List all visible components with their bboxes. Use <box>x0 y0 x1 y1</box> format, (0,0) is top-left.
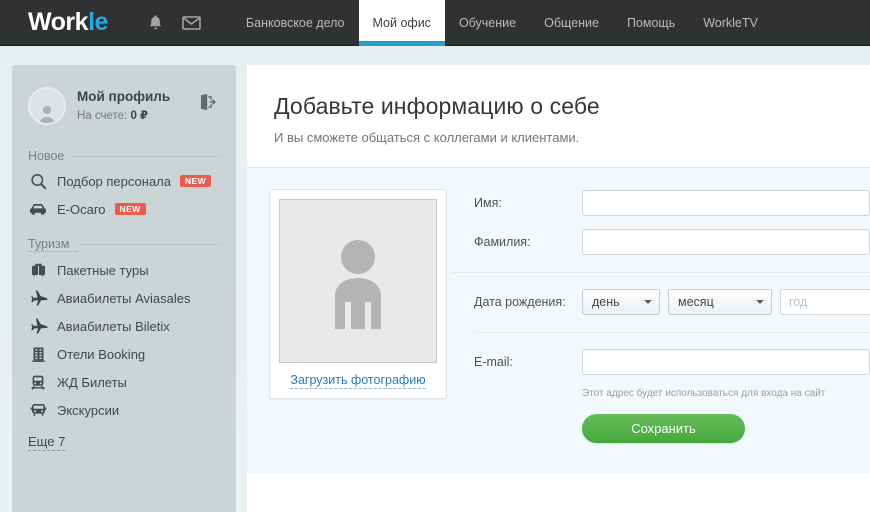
nav-item-pomosh[interactable]: Помощь <box>613 0 689 45</box>
email-input[interactable] <box>582 349 870 375</box>
sidebar: Мой профиль На счете: 0 ₽ Новое Подбор п… <box>12 65 236 512</box>
birth-month-value: месяц <box>678 295 714 309</box>
save-button-wrap: Сохранить <box>582 414 870 443</box>
birth-day-value: день <box>592 295 620 309</box>
sidebar-item-label: Подбор персонала <box>57 173 171 189</box>
field-row-birth-date: Дата рождения: день месяц <box>474 289 870 315</box>
first-name-label: Имя: <box>474 196 502 210</box>
last-name-input[interactable] <box>582 229 870 255</box>
section-divider <box>73 155 222 157</box>
balance-value: 0 ₽ <box>130 109 149 122</box>
content-header: Добавьте информацию о себе И вы сможете … <box>247 65 870 168</box>
plane-icon <box>28 288 48 308</box>
profile-balance: На счете: 0 ₽ <box>77 109 170 123</box>
new-badge: NEW <box>180 175 212 187</box>
birth-year-input[interactable] <box>780 289 870 315</box>
sidebar-item-label: Отели Booking <box>57 346 146 362</box>
chevron-down-icon <box>644 300 652 304</box>
magnifier-icon <box>28 171 48 191</box>
train-icon <box>28 372 48 392</box>
page-subtitle: И вы сможете общаться с коллегами и клие… <box>274 130 580 145</box>
nav-label: Общение <box>544 15 599 30</box>
new-badge: NEW <box>114 203 146 215</box>
last-name-label: Фамилия: <box>474 235 531 249</box>
email-label: E-mail: <box>474 355 513 369</box>
suitcase-icon <box>28 260 48 280</box>
page-shell: Мой профиль На счете: 0 ₽ Новое Подбор п… <box>0 46 870 512</box>
balance-label: На счете: <box>77 109 128 122</box>
field-row-first-name: Имя: <box>474 190 870 216</box>
section-title[interactable]: Туризм <box>28 237 79 252</box>
section-header: Туризм <box>12 237 236 252</box>
section-header: Новое <box>12 149 236 163</box>
sidebar-item-aviabilety-aviasales[interactable]: Авиабилеты Aviasales <box>12 284 236 312</box>
car-icon <box>28 199 48 219</box>
nav-label: Мой офис <box>372 15 431 30</box>
sidebar-item-label: ЖД Билеты <box>57 374 127 390</box>
top-navigation-bar: Work le Банковское дело Мой офис Обучение… <box>0 0 870 46</box>
email-hint: Этот адрес будет использоваться для вход… <box>582 388 826 399</box>
sidebar-item-ekskursii[interactable]: Экскурсии <box>12 396 236 424</box>
nav-label: WorkleTV <box>703 15 758 30</box>
sidebar-item-label: Авиабилеты Biletix <box>57 318 170 334</box>
nav-label: Помощь <box>626 15 676 30</box>
nav-item-obuchenie[interactable]: Обучение <box>445 0 530 45</box>
building-icon <box>28 344 48 364</box>
bus-icon <box>28 400 48 420</box>
sidebar-item-oteli-booking[interactable]: Отели Booking <box>12 340 236 368</box>
content-panel: Добавьте информацию о себе И вы сможете … <box>247 65 870 512</box>
app-page: Work le Банковское дело Мой офис Обучение… <box>0 0 870 512</box>
sidebar-more-link[interactable]: Еще 7 <box>28 434 66 451</box>
main-nav: Банковское дело Мой офис Обучение Общени… <box>232 0 772 46</box>
nav-label: Обучение <box>458 15 517 30</box>
logo-main-text: Work <box>28 8 89 36</box>
birth-day-select[interactable]: день <box>582 289 660 315</box>
form-divider <box>474 332 870 333</box>
nav-label: Банковское дело <box>245 15 345 30</box>
profile-block[interactable]: Мой профиль На счете: 0 ₽ <box>12 65 236 143</box>
form-fields: Имя: Фамилия: Дата рождения: день месяц … <box>452 189 870 443</box>
sidebar-item-label: Авиабилеты Aviasales <box>57 290 191 306</box>
nav-item-obshenie[interactable]: Общение <box>530 0 613 45</box>
field-row-last-name: Фамилия: <box>474 229 870 255</box>
first-name-input[interactable] <box>582 190 870 216</box>
sidebar-section-novoe: Новое Подбор персонала NEW E-Осаго NEW <box>12 149 236 223</box>
sidebar-item-paketnye-tury[interactable]: Пакетные туры <box>12 256 236 284</box>
section-title: Новое <box>28 149 65 163</box>
sidebar-item-label: E-Осаго <box>57 201 106 217</box>
workle-logo[interactable]: Work le <box>0 0 108 45</box>
profile-name: Мой профиль <box>77 88 171 104</box>
person-silhouette-icon <box>279 199 437 363</box>
sidebar-item-e-osago[interactable]: E-Осаго NEW <box>12 195 236 223</box>
profile-form: Загрузить фотографию Имя: Фамилия: Дата <box>247 168 870 473</box>
nav-item-bankovskoe-delo[interactable]: Банковское дело <box>232 0 359 45</box>
page-title: Добавьте информацию о себе <box>274 93 600 119</box>
photo-upload-block[interactable]: Загрузить фотографию <box>269 189 447 399</box>
upload-photo-link[interactable]: Загрузить фотографию <box>290 373 426 389</box>
logo-accent-text: le <box>88 8 108 36</box>
section-divider <box>78 244 222 245</box>
sidebar-item-aviabilety-biletix[interactable]: Авиабилеты Biletix <box>12 312 236 340</box>
field-row-email: E-mail: <box>474 349 870 375</box>
sidebar-item-label: Пакетные туры <box>57 262 149 278</box>
avatar <box>28 87 66 125</box>
sidebar-item-label: Экскурсии <box>57 402 120 418</box>
profile-text: Мой профиль На счете: 0 ₽ <box>77 89 170 123</box>
sidebar-item-podbor-personala[interactable]: Подбор персонала NEW <box>12 167 236 195</box>
topbar-icon-group <box>146 0 202 45</box>
form-divider <box>452 272 870 273</box>
sidebar-section-turizm: Туризм Пакетные туры Авиабилеты Aviasale… <box>12 237 236 451</box>
sidebar-item-zhd-bilety[interactable]: ЖД Билеты <box>12 368 236 396</box>
plane-icon <box>28 316 48 336</box>
birth-date-label: Дата рождения: <box>474 295 566 309</box>
nav-item-moy-ofis[interactable]: Мой офис <box>358 0 446 46</box>
logout-icon[interactable] <box>198 93 217 111</box>
nav-item-workletv[interactable]: WorkleTV <box>689 0 772 45</box>
save-button[interactable]: Сохранить <box>582 414 745 443</box>
chevron-down-icon <box>756 300 764 304</box>
envelope-icon[interactable] <box>182 13 202 33</box>
birth-month-select[interactable]: месяц <box>668 289 772 315</box>
bell-icon[interactable] <box>146 13 166 33</box>
